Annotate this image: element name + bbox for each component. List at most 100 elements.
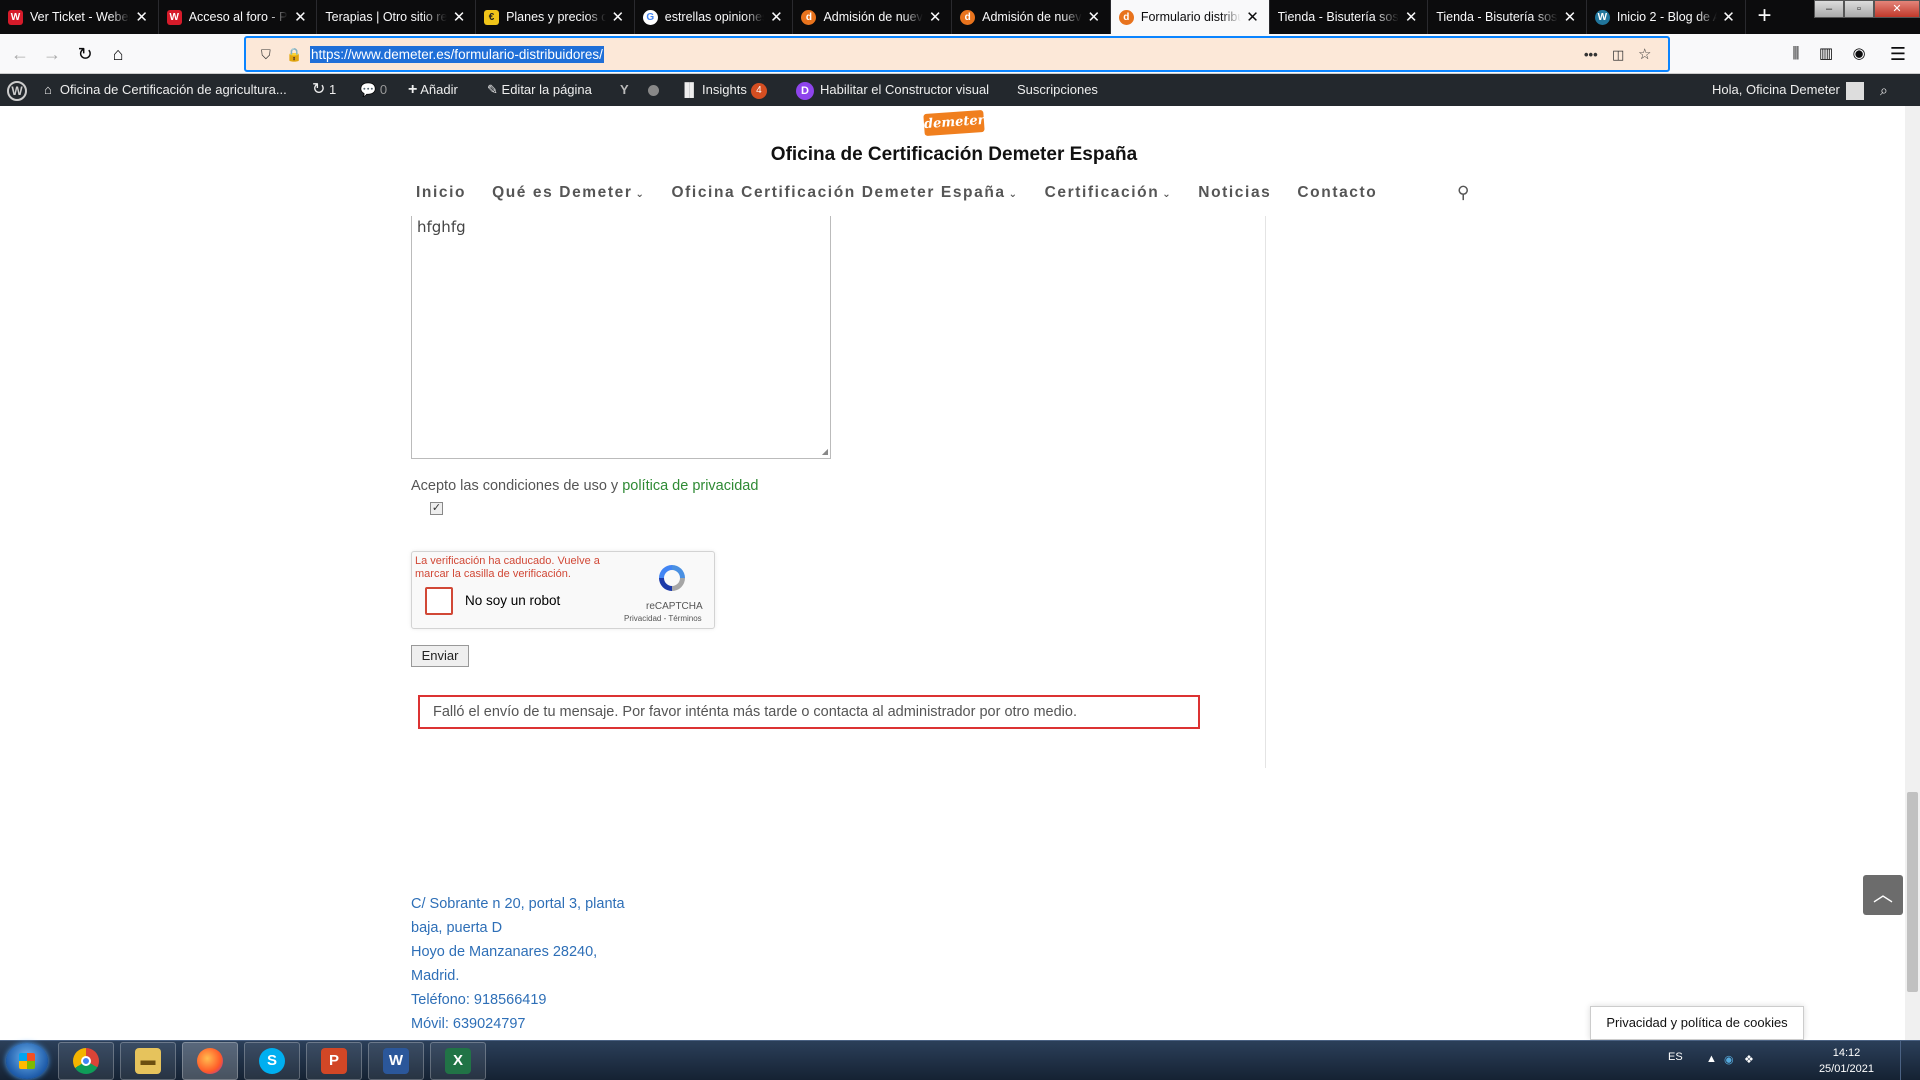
taskbar-powerpoint[interactable]: P	[306, 1042, 362, 1080]
tab-0[interactable]: W Ver Ticket - Webempresa ✕	[0, 0, 159, 34]
url-text[interactable]: https://www.demeter.es/formulario-distri…	[310, 46, 604, 63]
accept-terms-label: Acepto las condiciones de uso y política…	[411, 478, 758, 494]
tab-close-icon[interactable]: ✕	[1562, 8, 1578, 26]
skype-icon: S	[259, 1048, 285, 1074]
maximize-icon[interactable]: ▫	[1844, 0, 1874, 18]
tab-1[interactable]: W Acceso al foro - Preguntas✕	[159, 0, 318, 34]
tab-close-icon[interactable]: ✕	[1403, 8, 1419, 26]
tab-8[interactable]: Tienda - Bisutería sostenible✕	[1270, 0, 1429, 34]
edit-page-item[interactable]: ✎ Editar la página	[487, 74, 592, 106]
new-tab-button[interactable]: +	[1746, 0, 1784, 34]
scroll-to-top-button[interactable]: ︿	[1863, 875, 1903, 915]
nav-item-noticias[interactable]: Noticias	[1198, 184, 1271, 202]
cookie-policy-button[interactable]: Privacidad y política de cookies	[1590, 1006, 1804, 1040]
tab-5[interactable]: d Admisión de nuevos ✕	[793, 0, 953, 34]
comments-item[interactable]: 💬 0	[360, 74, 387, 106]
my-account-item[interactable]: Hola, Oficina Demeter	[1712, 74, 1864, 106]
wordpress-logo-icon[interactable]: W	[7, 74, 27, 106]
admin-site-name[interactable]: ⌂ Oficina de Certificación de agricultura…	[44, 74, 287, 106]
powerpoint-icon: P	[321, 1048, 347, 1074]
visual-builder-item[interactable]: D Habilitar el Constructor visual	[796, 74, 989, 106]
nav-item-certificacion[interactable]: Certificación ⌄	[1045, 184, 1173, 202]
tab-6[interactable]: d Admisión de nuevos ✕	[952, 0, 1111, 34]
subscriptions-item[interactable]: Suscripciones	[1017, 74, 1098, 106]
recaptcha-checkbox[interactable]	[425, 587, 453, 615]
reload-icon[interactable]: ↻	[73, 42, 97, 66]
clock[interactable]: 14:12 25/01/2021	[1819, 1045, 1874, 1077]
language-indicator[interactable]: ES	[1668, 1051, 1683, 1063]
scrollbar-thumb[interactable]	[1907, 792, 1918, 992]
tab-close-icon[interactable]: ✕	[927, 8, 943, 26]
sidebar-icon[interactable]: ▥	[1814, 42, 1838, 66]
tab-title: Admisión de nuevos	[823, 10, 923, 24]
home-icon[interactable]: ⌂	[106, 42, 130, 66]
tab-close-icon[interactable]: ✕	[134, 8, 150, 26]
tab-close-icon[interactable]: ✕	[1245, 8, 1261, 26]
nav-item-oficina[interactable]: Oficina Certificación Demeter España ⌄	[672, 184, 1019, 202]
tab-7-active[interactable]: d Formulario distribuidores ✕	[1110, 0, 1270, 34]
screen: W Ver Ticket - Webempresa ✕ W Acceso al for…	[0, 0, 1920, 1080]
menu-hamburger-icon[interactable]: ☰	[1886, 42, 1910, 66]
address-phone[interactable]: Teléfono: 918566419	[411, 988, 625, 1012]
url-bar[interactable]: ⛉ 🔒 https://www.demeter.es/formulario-di…	[244, 36, 1670, 72]
taskbar-chrome[interactable]	[58, 1042, 114, 1080]
tab-2[interactable]: Terapias | Otro sitio realizado✕	[317, 0, 477, 34]
pocket-icon[interactable]: ◫	[1612, 47, 1624, 63]
admin-search-icon[interactable]: ⌕	[1880, 74, 1888, 106]
clock-time: 14:12	[1832, 1047, 1861, 1059]
search-icon[interactable]: ⚲	[1457, 183, 1469, 203]
show-hidden-icons-icon[interactable]: ▲	[1706, 1053, 1717, 1065]
dropbox-tray-icon[interactable]: ❖	[1744, 1053, 1754, 1066]
minimize-icon[interactable]: –	[1814, 0, 1844, 18]
forward-arrow-icon[interactable]: →	[40, 42, 64, 66]
tab-close-icon[interactable]: ✕	[1086, 8, 1102, 26]
bookmark-star-icon[interactable]: ☆	[1638, 45, 1651, 63]
add-new-item[interactable]: + Añadir	[408, 74, 458, 106]
taskbar-firefox[interactable]	[182, 1042, 238, 1080]
nav-item-inicio[interactable]: Inicio	[416, 184, 466, 202]
shield-icon[interactable]: ⛉	[261, 47, 271, 63]
yoast-seo-icon[interactable]: Y	[620, 74, 629, 106]
privacy-policy-link[interactable]: política de privacidad	[622, 478, 758, 494]
tab-9[interactable]: Tienda - Bisutería sostenible ✕	[1428, 0, 1587, 34]
tab-close-icon[interactable]: ✕	[1721, 8, 1737, 26]
demeter-logo[interactable]: demeter	[923, 109, 985, 137]
address-line: C/ Sobrante n 20, portal 3, planta	[411, 896, 625, 912]
lock-icon[interactable]: 🔒	[286, 47, 302, 63]
recaptcha-links[interactable]: Privacidad - Términos	[624, 614, 702, 623]
address-mobile[interactable]: Móvil: 639024797	[411, 1012, 625, 1036]
show-desktop-button[interactable]	[1900, 1041, 1912, 1080]
windows-taskbar: ▬ S P W X ES ▲ ◉ ❖ 14:12 25/01/2021	[0, 1040, 1920, 1080]
tab-close-icon[interactable]: ✕	[451, 8, 467, 26]
resize-grip-icon[interactable]: ◢	[822, 447, 828, 456]
taskbar-skype[interactable]: S	[244, 1042, 300, 1080]
taskbar-excel[interactable]: X	[430, 1042, 486, 1080]
bar-chart-icon: ▐▌	[680, 82, 699, 97]
site-title[interactable]: Oficina de Certificación Demeter España	[0, 144, 1908, 166]
window-close-icon[interactable]: ✕	[1874, 0, 1920, 18]
more-actions-icon[interactable]: •••	[1584, 47, 1598, 62]
library-icon[interactable]: ⫼	[1784, 42, 1808, 66]
start-button[interactable]	[6, 1043, 48, 1079]
updates-item[interactable]: ↻ 1	[312, 74, 336, 106]
taskbar-explorer[interactable]: ▬	[120, 1042, 176, 1080]
window-controls: – ▫ ✕	[1814, 0, 1920, 20]
back-arrow-icon[interactable]: ←	[8, 42, 32, 66]
page-scrollbar[interactable]	[1905, 106, 1920, 1040]
skype-tray-icon[interactable]: ◉	[1724, 1053, 1734, 1066]
message-textarea[interactable]: hfghfg ◢	[411, 216, 831, 459]
plus-icon: +	[408, 81, 418, 98]
account-icon[interactable]: ◉	[1847, 42, 1871, 66]
tab-close-icon[interactable]: ✕	[610, 8, 626, 26]
tab-close-icon[interactable]: ✕	[768, 8, 784, 26]
nav-item-contacto[interactable]: Contacto	[1297, 184, 1377, 202]
tab-10[interactable]: W Inicio 2 - Blog de Aurora ✕	[1587, 0, 1746, 34]
nav-item-que-es-demeter[interactable]: Qué es Demeter ⌄	[492, 184, 645, 202]
accept-terms-checkbox[interactable]: ✓	[430, 502, 443, 515]
tab-3[interactable]: € Planes y precios de ✕	[476, 0, 635, 34]
insights-item[interactable]: ▐▌ Insights 4	[680, 74, 767, 106]
taskbar-word[interactable]: W	[368, 1042, 424, 1080]
tab-4[interactable]: Gestrellas opiniones ✕	[635, 0, 794, 34]
submit-button[interactable]: Enviar	[411, 645, 469, 667]
tab-close-icon[interactable]: ✕	[292, 8, 308, 26]
